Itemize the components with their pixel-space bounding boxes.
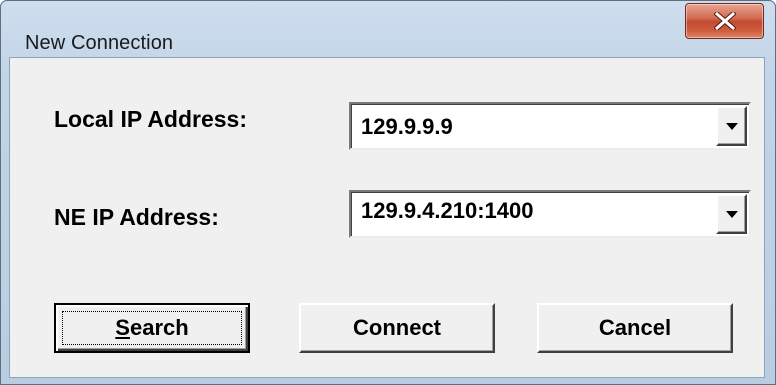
search-label-rest: earch <box>129 315 189 340</box>
cancel-button[interactable]: Cancel <box>537 303 733 353</box>
close-button[interactable] <box>685 3 764 39</box>
dialog-body: Local IP Address: 129.9.9.9 NE IP Addres… <box>9 57 765 378</box>
local-ip-value: 129.9.9.9 <box>361 114 453 139</box>
close-icon <box>714 12 736 30</box>
connect-button[interactable]: Connect <box>299 303 495 353</box>
ne-ip-dropdown-button[interactable] <box>716 194 747 234</box>
local-ip-combobox[interactable]: 129.9.9.9 <box>349 102 751 150</box>
local-ip-dropdown-button[interactable] <box>716 106 747 146</box>
search-mnemonic: S <box>115 315 130 340</box>
local-ip-label: Local IP Address: <box>54 106 248 132</box>
chevron-down-icon <box>726 211 738 218</box>
ne-ip-label: NE IP Address: <box>54 204 219 230</box>
ne-ip-combobox[interactable]: 129.9.4.210:1400 <box>349 190 751 238</box>
title-bar[interactable]: New Connection <box>1 1 775 57</box>
window-title: New Connection <box>25 32 174 54</box>
search-button[interactable]: Search <box>54 303 250 353</box>
chevron-down-icon <box>726 123 738 130</box>
ne-ip-value: 129.9.4.210:1400 <box>361 198 534 223</box>
new-connection-dialog: New Connection Local IP Address: 129.9.9… <box>0 0 776 385</box>
